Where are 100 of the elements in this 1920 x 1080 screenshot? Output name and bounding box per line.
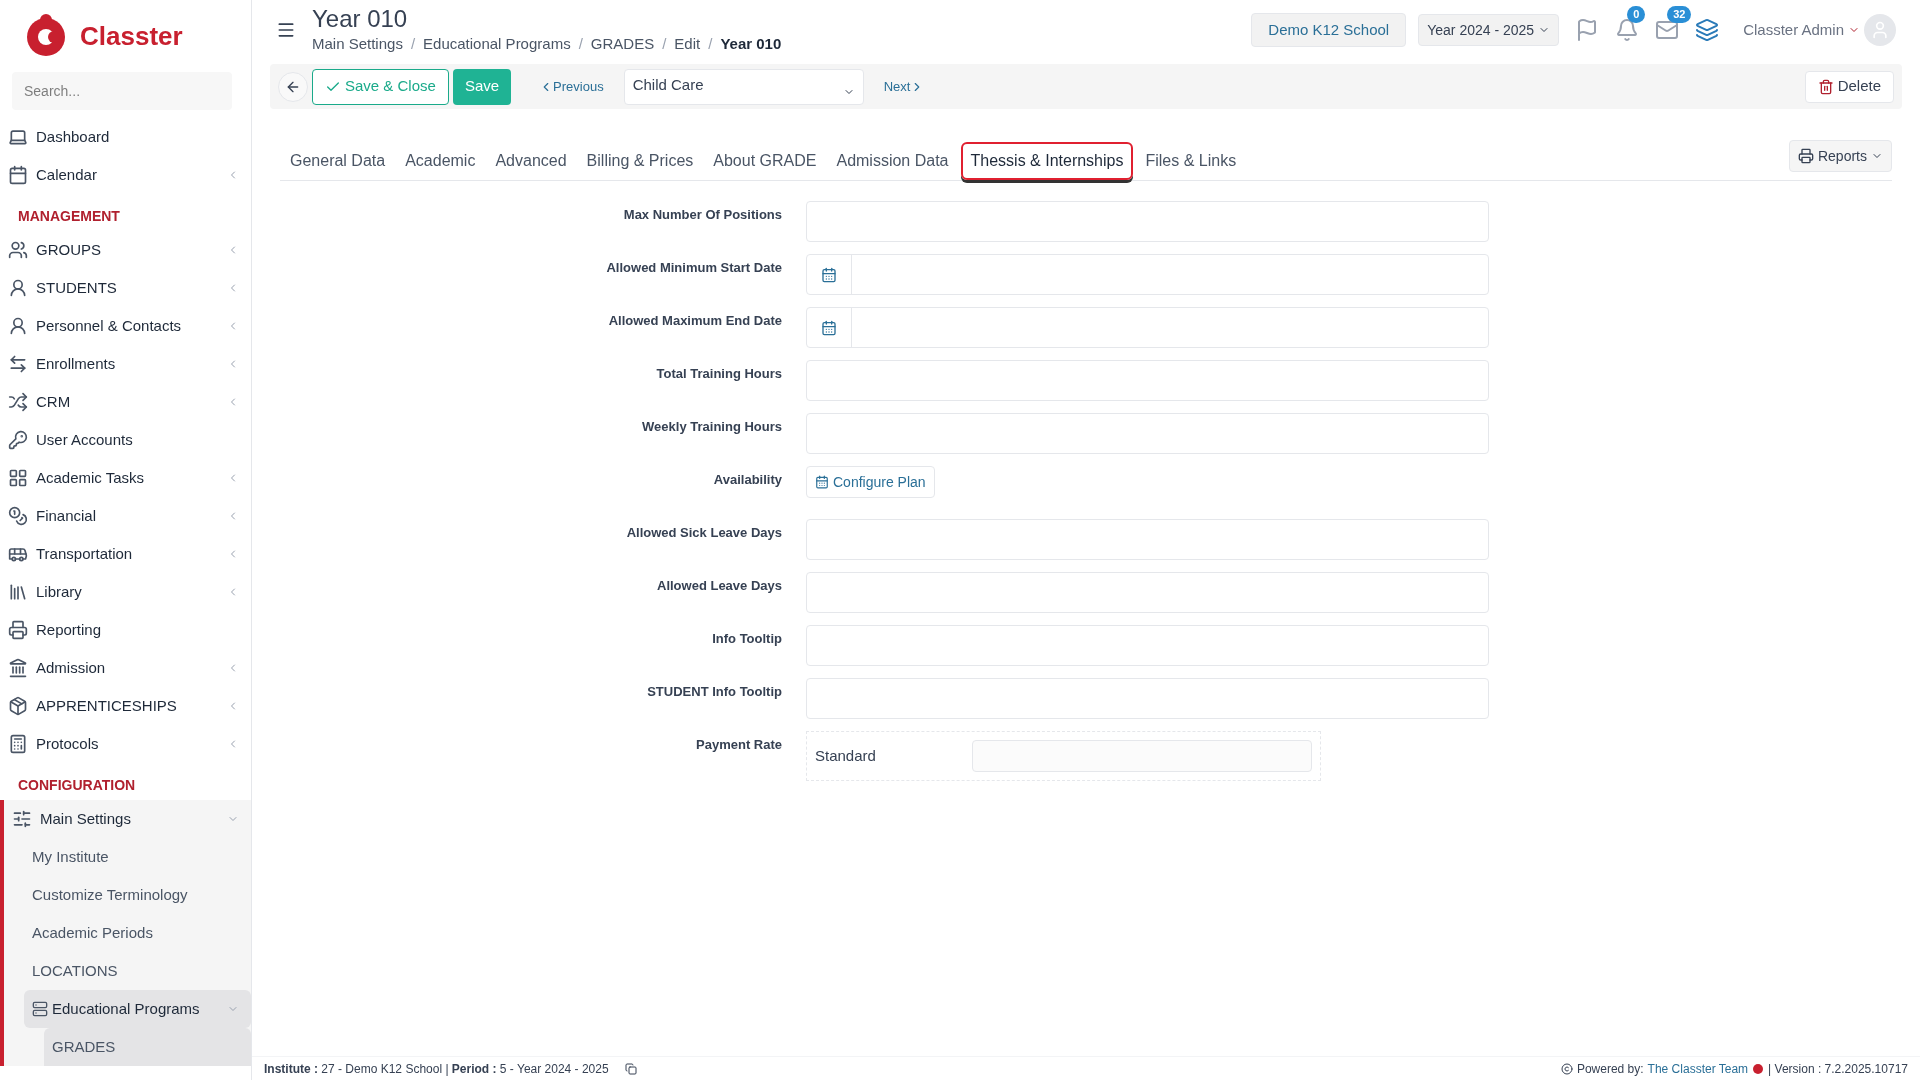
- text-field[interactable]: [806, 413, 1489, 454]
- breadcrumb-separator: /: [662, 33, 667, 54]
- calculator-icon: [8, 734, 28, 754]
- rate-field[interactable]: [971, 740, 1312, 772]
- sidebar-item[interactable]: CRM: [0, 383, 251, 421]
- page-title: Year 010: [312, 4, 409, 33]
- year-dropdown[interactable]: Year 2024 - 2025: [1418, 14, 1560, 46]
- box-icon: [8, 696, 28, 716]
- coins-icon: [8, 506, 28, 526]
- bank-icon: [8, 658, 28, 678]
- swap-arrows-icon: [8, 354, 28, 374]
- brand-name: Classter: [80, 19, 183, 53]
- text-field[interactable]: [806, 625, 1489, 666]
- powered-by-text: Powered by:: [1576, 1060, 1644, 1078]
- sidebar-item[interactable]: Calendar: [0, 156, 251, 194]
- sidebar-item[interactable]: User Accounts: [0, 421, 251, 459]
- footer-info: Institute : 27 - Demo K12 School | Period : 5 - Year 2024 - 2025: [264, 1060, 609, 1078]
- sidebar-item[interactable]: Academic Tasks: [0, 459, 251, 497]
- copy-icon[interactable]: [624, 1062, 637, 1075]
- breadcrumb-item[interactable]: Educational Programs: [423, 32, 571, 56]
- server-icon: [32, 1001, 48, 1017]
- field-label: Weekly Training Hours: [641, 418, 783, 436]
- avatar[interactable]: [1864, 14, 1896, 46]
- tab[interactable]: Admission Data: [828, 142, 957, 180]
- field-label: Allowed Sick Leave Days: [625, 524, 783, 542]
- sidebar-item[interactable]: Transportation: [0, 535, 251, 573]
- calendar-icon: [821, 319, 837, 336]
- sidebar-item[interactable]: STUDENTS: [0, 269, 251, 307]
- books-icon: [8, 582, 28, 602]
- field-label: Allowed Minimum Start Date: [605, 259, 783, 277]
- layers-icon[interactable]: [1695, 18, 1720, 42]
- user-name[interactable]: Classter Admin: [1743, 18, 1844, 42]
- sidebar-item[interactable]: LOCATIONS: [4, 952, 251, 990]
- bell-icon[interactable]: [1615, 18, 1640, 42]
- delete-button[interactable]: Delete: [1804, 70, 1894, 103]
- sidebar-item[interactable]: Personnel & Contacts: [0, 307, 251, 345]
- sidebar-item[interactable]: Educational Programs: [24, 990, 251, 1028]
- logo-icon: [1752, 1062, 1765, 1075]
- configure-plan-button[interactable]: Configure Plan: [806, 466, 935, 498]
- tab[interactable]: About GRADE: [705, 142, 825, 180]
- sidebar-item[interactable]: Enrollments: [0, 345, 251, 383]
- text-field[interactable]: [806, 572, 1489, 613]
- key-icon: [8, 430, 28, 450]
- tab[interactable]: Thessis & Internships: [960, 142, 1134, 180]
- sidebar-item[interactable]: My Institute: [4, 838, 251, 876]
- tab[interactable]: Advanced: [487, 142, 575, 180]
- menu-icon[interactable]: [276, 20, 296, 40]
- sidebar-item[interactable]: Library: [0, 573, 251, 611]
- search-field[interactable]: Search...: [12, 72, 232, 110]
- field-label: Info Tooltip: [711, 630, 783, 648]
- breadcrumb-item[interactable]: Edit: [674, 32, 701, 56]
- tab[interactable]: General Data: [282, 142, 394, 180]
- field-label: Total Training Hours: [655, 365, 783, 383]
- group-icon: [8, 240, 28, 260]
- printer-icon: [8, 620, 28, 640]
- sidebar-item[interactable]: Academic Periods: [4, 914, 251, 952]
- version-text: | Version : 7.2.2025.10717: [1768, 1060, 1908, 1078]
- record-select[interactable]: Child Care: [623, 68, 864, 105]
- date-field[interactable]: [806, 254, 1489, 295]
- text-field[interactable]: [806, 519, 1489, 560]
- text-field[interactable]: [806, 678, 1489, 719]
- section-heading: CONFIGURATION: [17, 776, 137, 795]
- sidebar-item[interactable]: Main Settings: [4, 800, 251, 838]
- tab[interactable]: Billing & Prices: [578, 142, 702, 180]
- breadcrumb-separator: /: [708, 33, 713, 54]
- tab[interactable]: Academic: [397, 142, 484, 180]
- field-label: STUDENT Info Tooltip: [646, 683, 783, 701]
- calendar-icon: [8, 165, 28, 185]
- sliders-icon: [12, 809, 32, 829]
- back-button[interactable]: [278, 71, 308, 102]
- logo-icon: [24, 13, 68, 59]
- school-button[interactable]: Demo K12 School: [1251, 13, 1407, 47]
- date-field[interactable]: [806, 307, 1489, 348]
- field-label: Payment Rate: [695, 736, 783, 754]
- sidebar-item[interactable]: Financial: [0, 497, 251, 535]
- breadcrumb-separator: /: [578, 33, 583, 54]
- printer-icon: [1797, 148, 1814, 164]
- next-link[interactable]: Next: [883, 76, 925, 97]
- sidebar-item[interactable]: Protocols: [0, 725, 251, 763]
- team-link[interactable]: The Classter Team: [1647, 1059, 1749, 1078]
- field-label: Max Number Of Positions: [622, 206, 783, 224]
- previous-link[interactable]: Previous: [539, 76, 604, 97]
- field-label: Allowed Leave Days: [656, 577, 783, 595]
- sidebar-item[interactable]: Admission: [0, 649, 251, 687]
- sidebar-item[interactable]: APPRENTICESHIPS: [0, 687, 251, 725]
- calendar-icon: [815, 475, 829, 489]
- mail-icon[interactable]: [1655, 18, 1680, 42]
- sidebar-item[interactable]: Customize Terminology: [4, 876, 251, 914]
- sidebar-item[interactable]: GROUPS: [0, 231, 251, 269]
- sidebar-item[interactable]: GRADES: [44, 1028, 251, 1066]
- text-field[interactable]: [806, 201, 1489, 242]
- sidebar-item[interactable]: Reporting: [0, 611, 251, 649]
- reports-button[interactable]: Reports: [1788, 140, 1892, 172]
- breadcrumb-item[interactable]: Main Settings: [312, 32, 403, 56]
- sidebar-item[interactable]: Dashboard: [0, 118, 251, 156]
- breadcrumb-item[interactable]: GRADES: [590, 32, 655, 56]
- tab[interactable]: Files & Links: [1137, 142, 1245, 180]
- text-field[interactable]: [806, 360, 1489, 401]
- notification-badge: 0: [1627, 6, 1646, 23]
- person-icon: [8, 316, 28, 336]
